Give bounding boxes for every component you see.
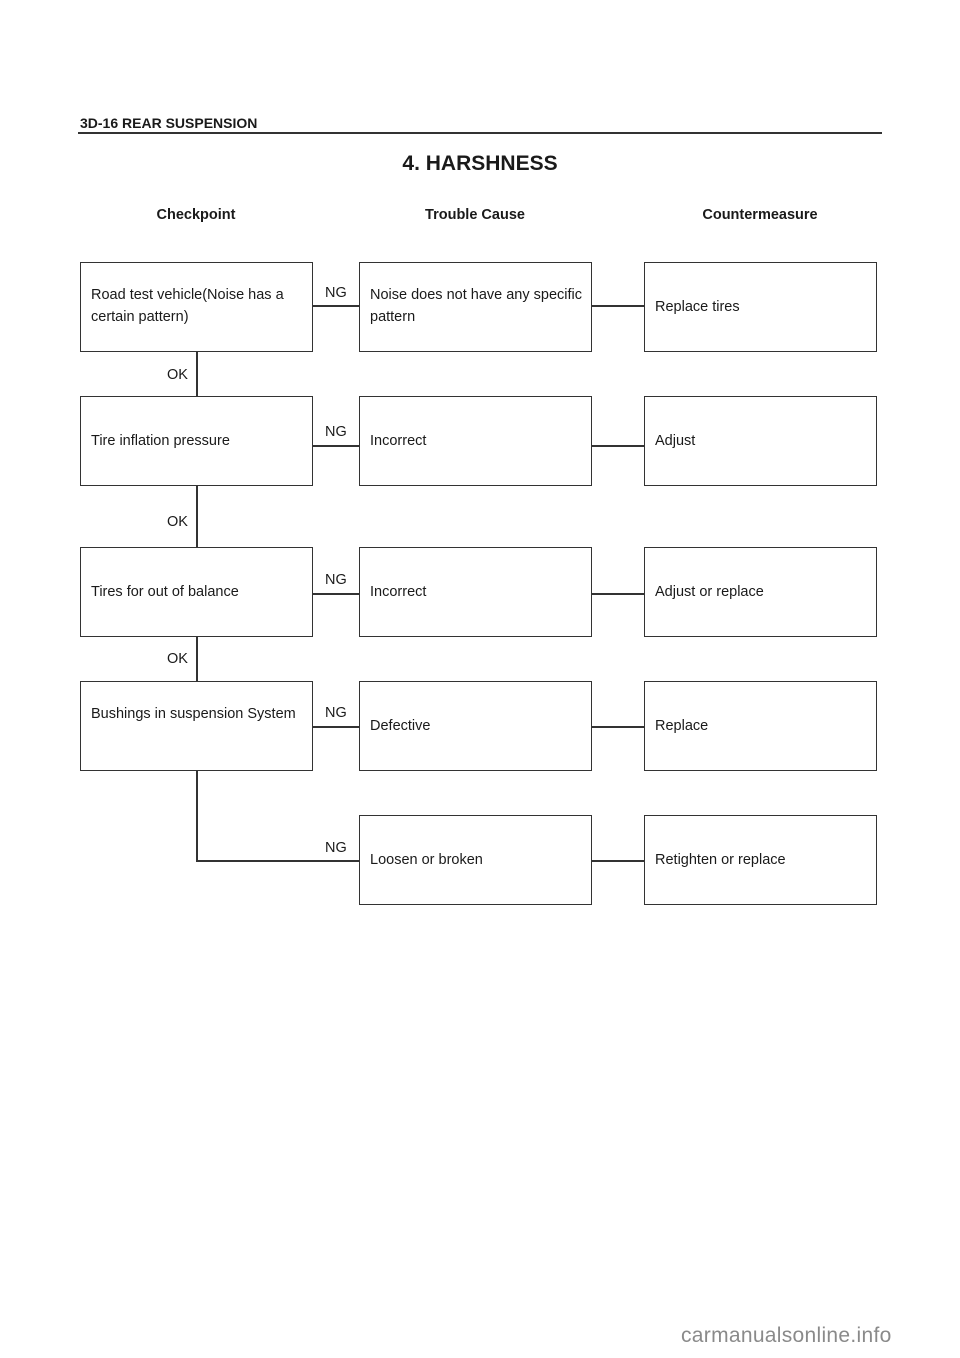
ng-branch-connector-vertical	[196, 771, 198, 861]
ng-connector	[313, 593, 359, 595]
connector	[592, 726, 644, 728]
ng-branch-connector-horizontal	[196, 860, 359, 862]
checkpoint-box: Tires for out of balance	[80, 547, 313, 637]
ng-connector	[313, 305, 359, 307]
countermeasure-box: Adjust	[644, 396, 877, 486]
section-title: 4. HARSHNESS	[402, 152, 558, 175]
column-header-countermeasure: Countermeasure	[702, 207, 818, 223]
connector	[592, 305, 644, 307]
countermeasure-box: Replace tires	[644, 262, 877, 352]
connector	[592, 593, 644, 595]
ng-label: NG	[325, 572, 347, 588]
column-header-checkpoint: Checkpoint	[156, 207, 236, 223]
trouble-cause-box: Incorrect	[359, 396, 592, 486]
checkpoint-box: Bushings in suspension System	[80, 681, 313, 771]
ng-label: NG	[325, 285, 347, 301]
ok-connector	[196, 486, 198, 547]
watermark: carmanualsonline.info	[681, 1324, 892, 1347]
countermeasure-box: Retighten or replace	[644, 815, 877, 905]
ng-label: NG	[325, 424, 347, 440]
column-header-trouble-cause: Trouble Cause	[425, 207, 525, 223]
countermeasure-box: Replace	[644, 681, 877, 771]
checkpoint-box: Road test vehicle(Noise has a certain pa…	[80, 262, 313, 352]
trouble-cause-box: Incorrect	[359, 547, 592, 637]
page-header-title: 3D-16 REAR SUSPENSION	[80, 115, 258, 131]
ok-label: OK	[167, 367, 188, 383]
connector	[592, 445, 644, 447]
trouble-cause-box: Noise does not have any specific pattern	[359, 262, 592, 352]
countermeasure-box: Adjust or replace	[644, 547, 877, 637]
ok-label: OK	[167, 514, 188, 530]
ng-connector	[313, 445, 359, 447]
ok-label: OK	[167, 651, 188, 667]
trouble-cause-box: Defective	[359, 681, 592, 771]
trouble-cause-box: Loosen or broken	[359, 815, 592, 905]
ng-label: NG	[325, 705, 347, 721]
ng-label: NG	[325, 840, 347, 856]
checkpoint-box: Tire inflation pressure	[80, 396, 313, 486]
ok-connector	[196, 352, 198, 397]
connector	[592, 860, 644, 862]
header-rule	[78, 132, 882, 134]
ng-connector	[313, 726, 359, 728]
ok-connector	[196, 637, 198, 682]
